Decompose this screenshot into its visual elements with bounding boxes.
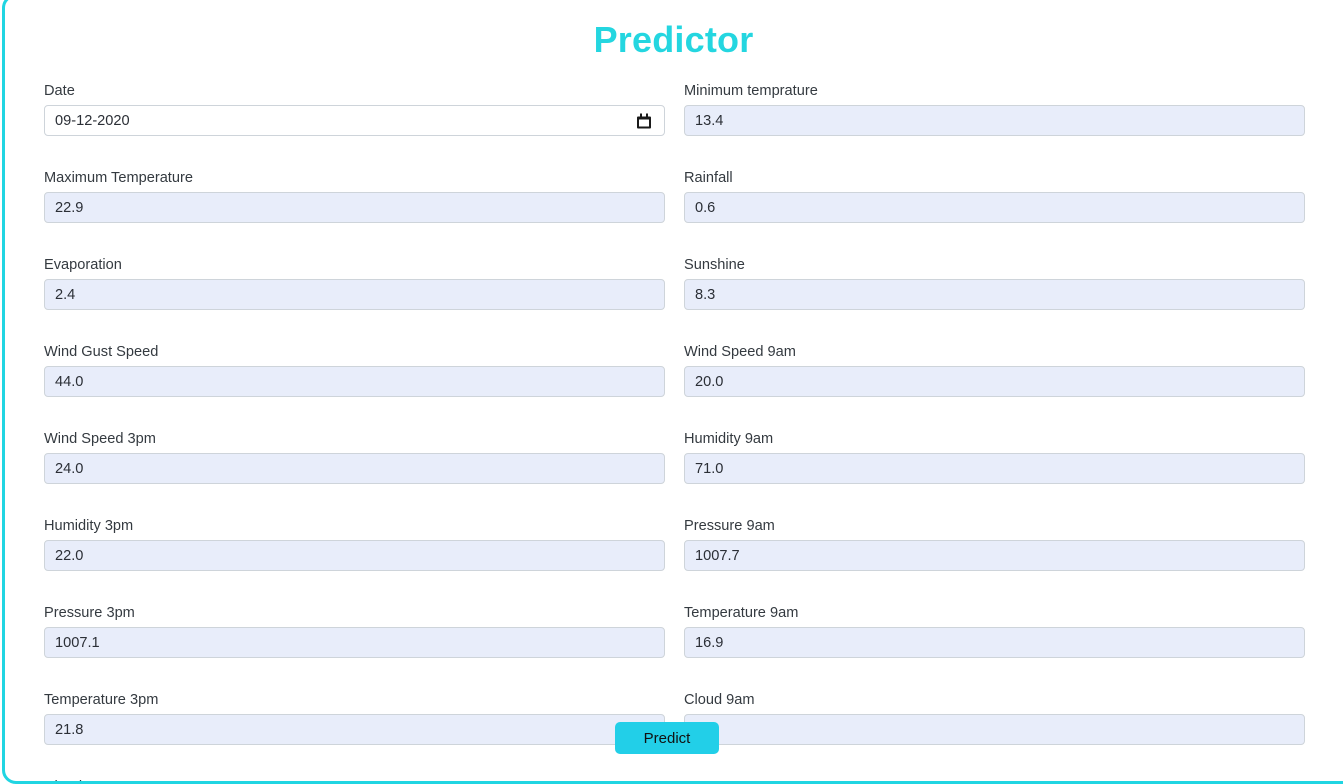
field-wind-speed-3pm: Wind Speed 3pm: [44, 430, 665, 484]
page-title: Predictor: [593, 19, 754, 60]
min-temperature-input[interactable]: [684, 105, 1305, 136]
predictor-form: Date Minimum temprature Maximum Temperat…: [44, 82, 1308, 781]
label-humidity-3pm: Humidity 3pm: [44, 518, 134, 534]
field-pressure-3pm: Pressure 3pm: [44, 604, 665, 658]
field-humidity-9am: Humidity 9am: [684, 430, 1305, 484]
field-humidity-3pm: Humidity 3pm: [44, 517, 665, 571]
rainfall-input[interactable]: [684, 192, 1305, 223]
pressure-9am-input[interactable]: [684, 540, 1305, 571]
field-sunshine: Sunshine: [684, 256, 1305, 310]
label-temperature-9am: Temperature 9am: [684, 605, 799, 621]
humidity-3pm-input[interactable]: [44, 540, 665, 571]
label-sunshine: Sunshine: [684, 257, 745, 273]
label-date: Date: [44, 83, 75, 99]
temperature-9am-input[interactable]: [684, 627, 1305, 658]
label-pressure-9am: Pressure 9am: [684, 518, 775, 534]
field-location: Location Albury: [684, 778, 1305, 781]
evaporation-input[interactable]: [44, 279, 665, 310]
wind-speed-9am-input[interactable]: [684, 366, 1305, 397]
label-cloud-9am: Cloud 9am: [684, 692, 755, 708]
humidity-9am-input[interactable]: [684, 453, 1305, 484]
label-max-temperature: Maximum Temperature: [44, 170, 193, 186]
field-cloud-9am: Cloud 9am: [684, 691, 1305, 745]
label-min-temperature: Minimum temprature: [684, 83, 818, 99]
field-max-temperature: Maximum Temperature: [44, 169, 665, 223]
pressure-3pm-input[interactable]: [44, 627, 665, 658]
max-temperature-input[interactable]: [44, 192, 665, 223]
label-wind-gust-speed: Wind Gust Speed: [44, 344, 159, 360]
predict-button[interactable]: Predict: [615, 722, 719, 754]
field-wind-speed-9am: Wind Speed 9am: [684, 343, 1305, 397]
field-evaporation: Evaporation: [44, 256, 665, 310]
field-temperature-3pm: Temperature 3pm: [44, 691, 665, 745]
date-input-wrap: [44, 105, 665, 136]
wind-speed-3pm-input[interactable]: [44, 453, 665, 484]
label-cloud-3pm: Cloud 3pm: [44, 778, 665, 781]
label-wind-speed-9am: Wind Speed 9am: [684, 344, 796, 360]
field-temperature-9am: Temperature 9am: [684, 604, 1305, 658]
field-pressure-9am: Pressure 9am: [684, 517, 1305, 571]
label-pressure-3pm: Pressure 3pm: [44, 605, 135, 621]
cloud-9am-input[interactable]: [684, 714, 1305, 745]
field-rainfall: Rainfall: [684, 169, 1305, 223]
label-humidity-9am: Humidity 9am: [684, 431, 774, 447]
label-temperature-3pm: Temperature 3pm: [44, 692, 159, 708]
wind-gust-speed-input[interactable]: [44, 366, 665, 397]
field-cloud-3pm: Cloud 3pm: [44, 778, 665, 781]
label-wind-speed-3pm: Wind Speed 3pm: [44, 431, 156, 447]
field-wind-gust-speed: Wind Gust Speed: [44, 343, 665, 397]
app-card: Predictor Date Minimum temprature Maximu…: [2, 0, 1343, 784]
date-input[interactable]: [44, 105, 665, 136]
label-rainfall: Rainfall: [684, 170, 733, 186]
field-min-temperature: Minimum temprature: [684, 82, 1305, 136]
temperature-3pm-input[interactable]: [44, 714, 665, 745]
field-date: Date: [44, 82, 665, 136]
sunshine-input[interactable]: [684, 279, 1305, 310]
label-evaporation: Evaporation: [44, 257, 122, 273]
